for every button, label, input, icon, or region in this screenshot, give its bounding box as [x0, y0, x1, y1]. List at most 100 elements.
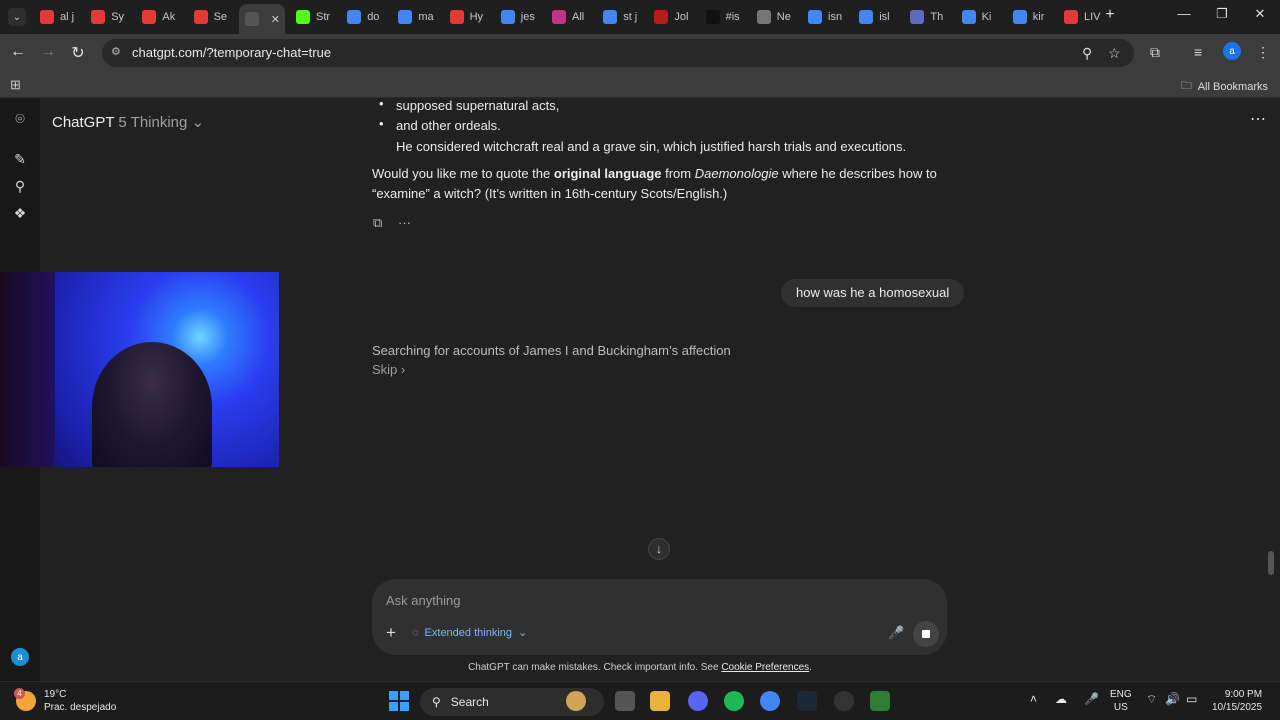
tab-label: Ki — [981, 11, 992, 23]
tab[interactable]: LIV — [1058, 6, 1106, 28]
tab[interactable]: kir — [1007, 6, 1055, 28]
library-icon[interactable]: ❖ — [11, 205, 29, 223]
app-icon[interactable] — [870, 691, 890, 711]
spotify-icon[interactable] — [724, 691, 744, 711]
wifi-icon[interactable]: ⌔ — [1146, 692, 1157, 707]
steam-icon[interactable] — [797, 691, 817, 711]
tab-label: st j — [623, 11, 638, 23]
tab[interactable]: ma — [392, 6, 440, 28]
system-clock[interactable]: 9:00 PM 10/15/2025 — [1212, 688, 1262, 714]
prompt-input[interactable] — [386, 589, 926, 611]
microphone-icon[interactable]: 🎤 — [1084, 692, 1099, 706]
openai-logo-icon[interactable]: ⌾ — [11, 111, 29, 129]
skip-button[interactable]: Skip › — [372, 362, 405, 377]
reload-button[interactable]: ↻ — [68, 43, 88, 63]
tab[interactable]: Ak — [136, 6, 184, 28]
tab[interactable]: Ki — [956, 6, 1004, 28]
url-text[interactable]: chatgpt.com/?temporary-chat=true — [132, 45, 331, 60]
minimize-button[interactable]: — — [1174, 6, 1194, 21]
tab-search-button[interactable]: ⌄ — [8, 8, 26, 26]
tab[interactable]: Jol — [648, 6, 696, 28]
close-tab-icon[interactable]: ✕ — [271, 13, 280, 26]
tab-label: Str — [316, 11, 331, 23]
tab-label: Ne — [776, 11, 791, 23]
language-indicator[interactable]: ENG US — [1110, 688, 1132, 714]
tab[interactable]: Th — [904, 6, 952, 28]
task-view-icon[interactable] — [615, 691, 635, 711]
new-chat-icon[interactable]: ✎ — [11, 151, 29, 169]
tab[interactable]: Ne — [751, 6, 799, 28]
tab[interactable]: #is — [700, 6, 748, 28]
stop-generating-button[interactable] — [913, 621, 939, 647]
more-actions-icon[interactable]: ··· — [398, 215, 411, 230]
maximize-button[interactable]: ❐ — [1212, 6, 1232, 22]
windows-start-icon[interactable] — [389, 691, 409, 711]
copy-icon[interactable]: ⧉ — [373, 215, 382, 231]
battery-icon[interactable]: ▭ — [1186, 692, 1197, 706]
tab[interactable]: do — [341, 6, 389, 28]
address-bar[interactable]: ⚙ chatgpt.com/?temporary-chat=true ⚲ ☆ — [102, 39, 1134, 67]
file-explorer-icon[interactable] — [650, 691, 670, 711]
model-selector[interactable]: ChatGPT 5 Thinking ⌄ — [52, 113, 204, 131]
scrollbar-thumb[interactable] — [1268, 551, 1274, 575]
zoom-icon[interactable]: ⚲ — [1082, 45, 1092, 62]
google-icon — [808, 10, 822, 24]
question-bold: original language — [553, 166, 662, 181]
apps-grid-icon[interactable]: ⊞ — [10, 77, 21, 93]
extended-thinking-toggle[interactable]: ◌ Extended thinking ⌄ — [412, 626, 527, 640]
weather-widget[interactable]: 4 19°C Prac. despejado — [14, 688, 117, 714]
extensions-icon[interactable]: ⧉ — [1150, 44, 1160, 61]
tab[interactable]: Str — [290, 6, 338, 28]
back-button[interactable]: ← — [8, 43, 28, 61]
google-icon — [398, 10, 413, 24]
browser-menu-icon[interactable]: ⋮ — [1256, 44, 1270, 61]
tab[interactable]: isn — [802, 6, 850, 28]
add-attachment-button[interactable]: + — [386, 623, 396, 643]
tab-label: Hy — [469, 11, 484, 23]
search-chats-icon[interactable]: ⚲ — [11, 178, 29, 196]
tab[interactable]: jes — [495, 6, 543, 28]
tab-label: Ak — [162, 11, 176, 23]
tab[interactable]: Se — [188, 6, 236, 28]
model-version: 5 Thinking — [118, 114, 188, 131]
cookie-preferences-link[interactable]: Cookie Preferences — [721, 662, 809, 673]
clock-time: 9:00 PM — [1224, 689, 1263, 700]
tab-label: isn — [828, 11, 843, 23]
composer: + ◌ Extended thinking ⌄ 🎤 — [372, 579, 947, 655]
forward-button[interactable]: → — [38, 43, 58, 61]
all-bookmarks-label: All Bookmarks — [1197, 80, 1268, 93]
close-window-button[interactable]: ✕ — [1250, 6, 1270, 22]
discord-icon[interactable] — [688, 691, 708, 711]
tab[interactable]: al j — [34, 6, 82, 28]
tab[interactable]: isl — [853, 6, 901, 28]
web-icon — [756, 10, 771, 24]
folder-icon: 🗀 — [1180, 80, 1192, 92]
tab[interactable]: Sy — [85, 6, 133, 28]
question-text: Would you like me to quote the — [372, 166, 554, 181]
tab[interactable]: ✕ — [238, 4, 285, 34]
bookmark-star-icon[interactable]: ☆ — [1108, 45, 1121, 62]
more-options-icon[interactable]: ⋯ — [1250, 109, 1266, 129]
new-tab-button[interactable]: + — [1100, 6, 1120, 24]
obs-icon[interactable] — [834, 691, 854, 711]
youtube-icon — [142, 10, 157, 24]
disclaimer: ChatGPT can make mistakes. Check importa… — [468, 662, 812, 673]
all-bookmarks-button[interactable]: 🗀 All Bookmarks — [1181, 77, 1268, 96]
onedrive-icon[interactable]: ☁ — [1055, 692, 1067, 706]
disclaimer-text: ChatGPT can make mistakes. Check importa… — [468, 662, 722, 673]
tab[interactable]: Hy — [444, 6, 492, 28]
user-icon — [910, 10, 925, 24]
profile-avatar[interactable]: a — [1223, 42, 1241, 60]
scroll-to-bottom-button[interactable]: ↓ — [648, 538, 670, 560]
tab[interactable]: All — [546, 6, 594, 28]
chatgpt-icon — [244, 12, 259, 26]
microphone-icon[interactable]: 🎤 — [888, 625, 904, 641]
media-controls-icon[interactable]: ≡ — [1194, 44, 1202, 60]
volume-icon[interactable]: 🔊 — [1165, 692, 1180, 706]
weather-condition: Prac. despejado — [44, 702, 117, 713]
tab[interactable]: st j — [597, 6, 645, 28]
chrome-icon[interactable] — [760, 691, 780, 711]
site-info-icon[interactable]: ⚙ — [111, 45, 125, 59]
chevron-up-icon[interactable]: ˄ — [1030, 692, 1037, 706]
bullet-dot: • — [379, 116, 384, 131]
